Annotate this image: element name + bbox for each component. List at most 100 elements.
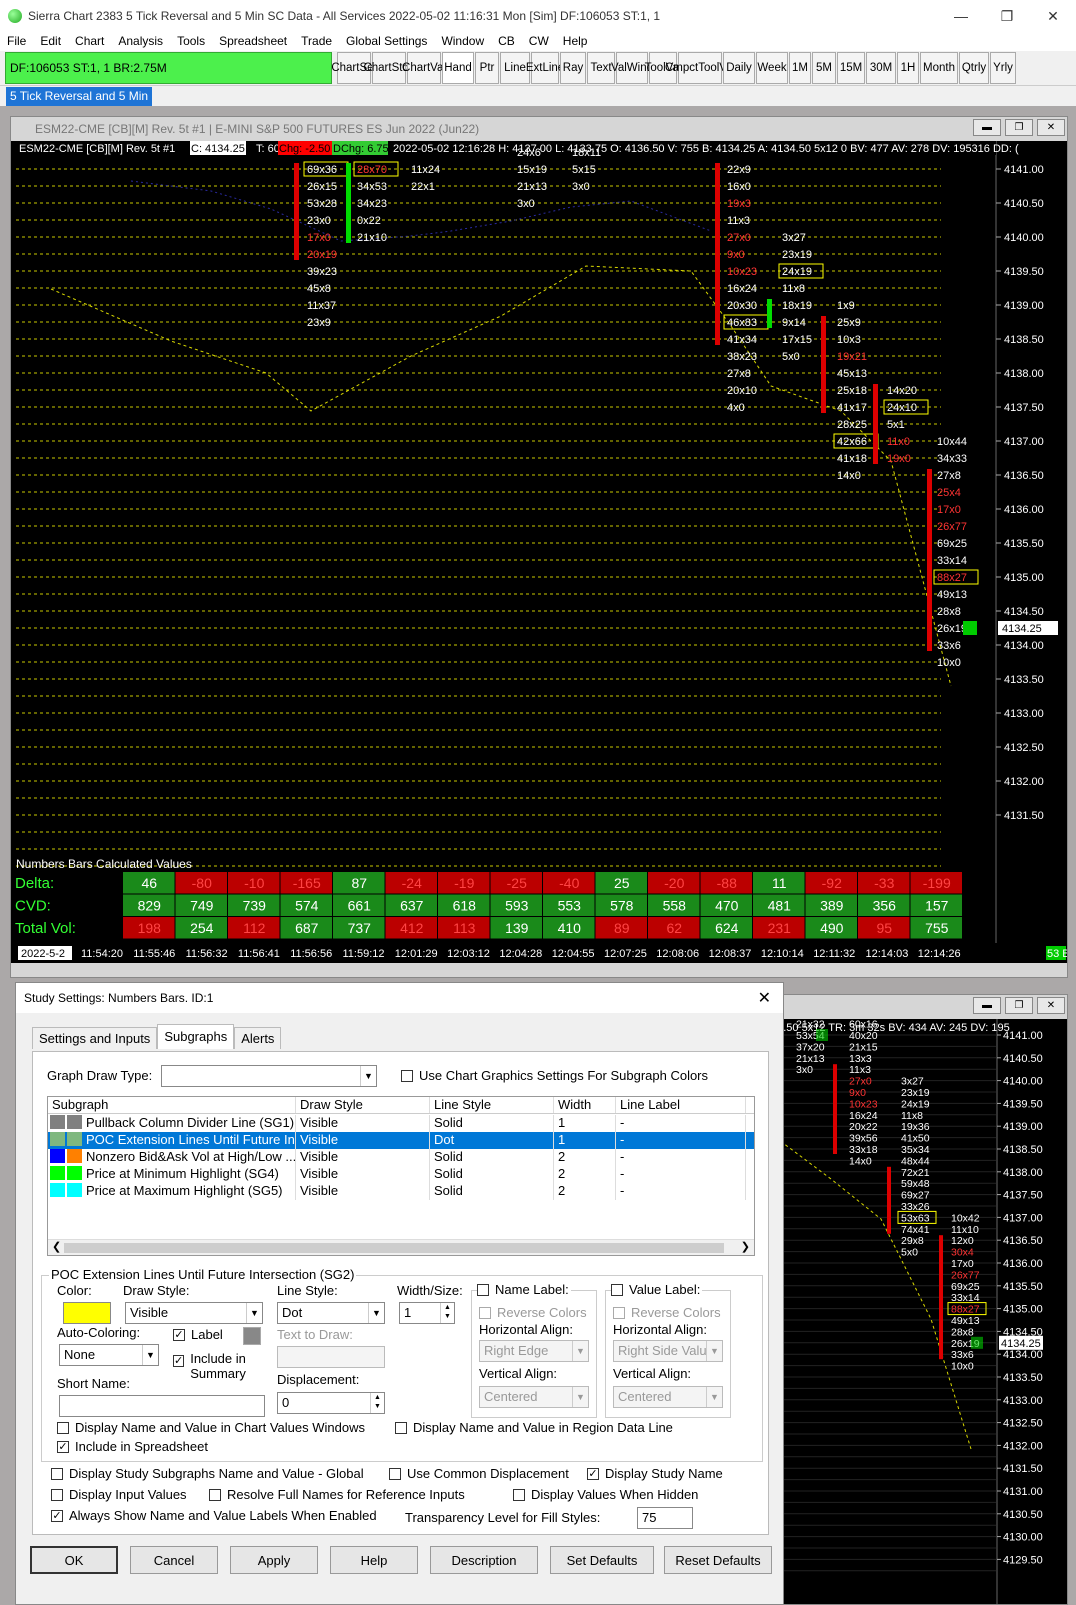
toolbar-button-week[interactable]: Week — [756, 52, 788, 84]
subgraph-row[interactable]: Price at Maximum Highlight (SG5) Visible S… — [48, 1183, 754, 1200]
toolbar-button-5m[interactable]: 5M — [812, 52, 836, 84]
name-vertical-align-select[interactable]: Centered ▼ — [479, 1386, 589, 1408]
display-region-data-checkbox[interactable]: Display Name and Value in Region Data Li… — [395, 1420, 673, 1435]
subgraphs-grid[interactable]: Subgraph Draw Style Line Style Width Lin… — [47, 1096, 755, 1256]
chart-region-1[interactable]: 4141.00 4140.50 4140.00 4139.50 4139.00 4138.… — [11, 141, 1067, 977]
subgraph-color-swatch[interactable] — [50, 1115, 65, 1129]
toolbar-button-15m[interactable]: 15M — [837, 52, 865, 84]
close-icon[interactable]: ✕ — [1030, 0, 1076, 32]
menu-chart[interactable]: Chart — [68, 34, 111, 48]
menu-analysis[interactable]: Analysis — [111, 34, 170, 48]
menu-tools[interactable]: Tools — [170, 34, 212, 48]
display-values-when-hidden-checkbox[interactable]: Display Values When Hidden — [513, 1487, 698, 1502]
use-chart-graphics-checkbox[interactable]: Use Chart Graphics Settings For Subgraph… — [401, 1068, 708, 1083]
display-study-name-checkbox[interactable]: ✓ Display Study Name — [587, 1466, 723, 1481]
grid-horizontal-scrollbar[interactable]: ❮ ❯ — [48, 1239, 754, 1255]
display-input-values-checkbox[interactable]: Display Input Values — [51, 1487, 187, 1502]
menu-cb[interactable]: CB — [491, 34, 522, 48]
chart-close-icon[interactable]: ✕ — [1037, 119, 1065, 136]
toolbar-button-30m[interactable]: 30M — [866, 52, 896, 84]
subgraph-color-swatch-2[interactable] — [67, 1183, 82, 1197]
cancel-button[interactable]: Cancel — [130, 1546, 218, 1574]
toolbar-button-daily[interactable]: Daily — [723, 52, 755, 84]
ok-button[interactable]: OK — [30, 1546, 118, 1574]
chart-minimize-icon[interactable]: ▬ — [973, 119, 1001, 136]
chart2-close-icon[interactable]: ✕ — [1037, 997, 1065, 1014]
menu-help[interactable]: Help — [556, 34, 595, 48]
short-name-input[interactable] — [59, 1395, 265, 1417]
subgraph-color-swatch-2[interactable] — [67, 1115, 82, 1129]
value-horizontal-align-select[interactable]: Right Side Valu ▼ — [613, 1340, 723, 1362]
display-chart-values-checkbox[interactable]: Display Name and Value in Chart Values W… — [57, 1420, 365, 1435]
color-swatch[interactable] — [63, 1302, 111, 1324]
label-checkbox[interactable]: ✓ Label — [173, 1327, 223, 1342]
chart-window-1[interactable]: ESM22-CME [CB][M] Rev. 5t #1 | E-MINI S&… — [10, 116, 1068, 978]
line-style-select[interactable]: Dot ▼ — [277, 1302, 385, 1324]
menu-file[interactable]: File — [0, 34, 33, 48]
menu-edit[interactable]: Edit — [33, 34, 68, 48]
scrollbar-thumb[interactable] — [64, 1243, 724, 1253]
chart-region-2[interactable]: 34.50 5x12 TR: 3m 32s BV: 434 AV: 245 DV… — [771, 1019, 1067, 1604]
subgraph-row[interactable]: Nonzero Bid&Ask Vol at High/Low ... Visib… — [48, 1149, 754, 1166]
restore-icon[interactable]: ❐ — [984, 0, 1030, 32]
graph-draw-type-select[interactable]: ▼ — [161, 1065, 377, 1087]
toolbar-button-ext-line[interactable]: Ext Line — [526, 52, 564, 84]
subgraph-color-swatch-2[interactable] — [67, 1166, 82, 1180]
spin-arrows-icon[interactable]: ▲ ▼ — [440, 1303, 454, 1323]
name-label-checkbox[interactable]: Name Label: — [477, 1282, 571, 1297]
subgraph-color-swatch[interactable] — [50, 1183, 65, 1197]
set-defaults-button[interactable]: Set Defaults — [550, 1546, 654, 1574]
chartbook-tab[interactable]: 5 Tick Reversal and 5 Min — [6, 87, 153, 106]
menu-trade[interactable]: Trade — [294, 34, 339, 48]
subgraph-row[interactable]: POC Extension Lines Until Future In... Vi… — [48, 1132, 754, 1149]
include-in-spreadsheet-checkbox[interactable]: ✓ Include in Spreadsheet — [57, 1439, 208, 1454]
label-color-swatch[interactable] — [243, 1327, 261, 1345]
chart-restore-icon[interactable]: ❐ — [1005, 119, 1033, 136]
resolve-full-names-checkbox[interactable]: Resolve Full Names for Reference Inputs — [209, 1487, 465, 1502]
draw-style-select[interactable]: Visible ▼ — [125, 1302, 263, 1324]
apply-button[interactable]: Apply — [230, 1546, 318, 1574]
toolbar-button-ray[interactable]: Ray — [560, 52, 586, 84]
use-common-displacement-checkbox[interactable]: Use Common Displacement — [389, 1466, 569, 1481]
toolbar-button-1h[interactable]: 1H — [897, 52, 919, 84]
help-button[interactable]: Help — [330, 1546, 418, 1574]
toolbar-button-val-wind[interactable]: Val Wind — [611, 52, 653, 84]
name-reverse-colors-checkbox[interactable]: Reverse Colors — [479, 1305, 587, 1320]
value-label-checkbox[interactable]: Value Label: — [611, 1282, 703, 1297]
toolbar-button-yrly[interactable]: Yrly — [990, 52, 1016, 84]
toolbar-button-ptr[interactable]: Ptr — [475, 52, 499, 84]
subgraph-color-swatch-2[interactable] — [67, 1149, 82, 1163]
minimize-icon[interactable]: — — [938, 0, 984, 32]
toolbar-button-month[interactable]: Month — [920, 52, 958, 84]
toolbar-button-chart-val[interactable]: Chart Val — [402, 52, 446, 84]
tab-subgraphs[interactable]: Subgraphs — [157, 1024, 235, 1049]
toolbar-button-qtrly[interactable]: Qtrly — [959, 52, 989, 84]
width-size-spinner[interactable]: 1 ▲ ▼ — [399, 1302, 455, 1324]
menu-global-settings[interactable]: Global Settings — [339, 34, 434, 48]
subgraph-color-swatch[interactable] — [50, 1166, 65, 1180]
toolbar-button-hand[interactable]: Hand — [442, 52, 474, 84]
menu-window[interactable]: Window — [434, 34, 491, 48]
dialog-close-icon[interactable]: ✕ — [758, 988, 771, 1008]
subgraph-row[interactable]: Price at Minimum Highlight (SG4) Visible S… — [48, 1166, 754, 1183]
always-show-labels-checkbox[interactable]: ✓ Always Show Name and Value Labels When … — [51, 1508, 377, 1523]
description-button[interactable]: Description — [430, 1546, 538, 1574]
displacement-spinner[interactable]: 0 ▲ ▼ — [277, 1392, 385, 1414]
display-subgraphs-global-checkbox[interactable]: Display Study Subgraphs Name and Value -… — [51, 1466, 364, 1481]
chart-window-2[interactable]: ▬ ❐ ✕ 34.50 5x12 TR: 3m 32s BV: 434 AV: … — [770, 994, 1068, 1605]
toolbar-button-1m[interactable]: 1M — [789, 52, 811, 84]
chart2-restore-icon[interactable]: ❐ — [1005, 997, 1033, 1014]
toolbar-button-chart-stdy[interactable]: Chart Stdy — [363, 52, 415, 84]
menu-cw[interactable]: CW — [522, 34, 556, 48]
subgraph-color-swatch[interactable] — [50, 1132, 65, 1146]
reset-defaults-button[interactable]: Reset Defaults — [664, 1546, 772, 1574]
spin-arrows-icon[interactable]: ▲ ▼ — [370, 1393, 384, 1413]
menu-spreadsheet[interactable]: Spreadsheet — [212, 34, 294, 48]
subgraph-color-swatch-2[interactable] — [67, 1132, 82, 1146]
value-vertical-align-select[interactable]: Centered ▼ — [613, 1386, 723, 1408]
tab-alerts[interactable]: Alerts — [234, 1027, 282, 1049]
scroll-right-icon[interactable]: ❯ — [741, 1240, 750, 1253]
transparency-input[interactable]: 75 — [637, 1507, 693, 1529]
name-horizontal-align-select[interactable]: Right Edge ▼ — [479, 1340, 589, 1362]
include-in-summary-checkbox[interactable]: ✓ Include in Summary — [173, 1351, 263, 1381]
